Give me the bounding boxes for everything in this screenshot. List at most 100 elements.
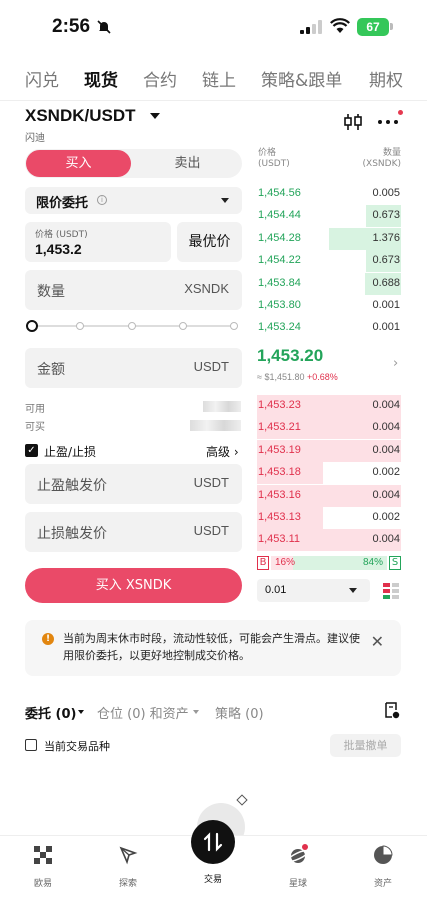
- order-price: 1,453.21: [258, 421, 301, 434]
- chevron-right-icon[interactable]: ›: [393, 356, 398, 371]
- current-pair-checkbox[interactable]: [25, 739, 37, 751]
- fiat-value: ≈ $1,451.80: [257, 372, 305, 382]
- slider-stop-50[interactable]: [128, 322, 136, 330]
- last-price[interactable]: 1,453.20: [257, 346, 323, 366]
- order-qty: 0.004: [372, 533, 400, 546]
- order-qty: 0.004: [372, 488, 400, 501]
- stop-loss-unit: USDT: [193, 523, 229, 538]
- pair-selector[interactable]: XSNDK/USDT: [25, 106, 136, 126]
- close-icon[interactable]: ✕: [371, 632, 384, 651]
- pair-subtitle: 闪迪: [25, 133, 45, 144]
- order-type-select[interactable]: 限价委托 i: [25, 187, 242, 214]
- best-price-button[interactable]: 最优价: [177, 222, 242, 262]
- chevron-down-icon: [193, 710, 199, 714]
- stop-loss-input[interactable]: 止损触发价 USDT: [25, 512, 242, 552]
- orderbook-layout-icon[interactable]: [382, 582, 400, 600]
- sell-tab[interactable]: 卖出: [135, 150, 240, 177]
- bid-row[interactable]: 1,454.28 1.376: [257, 227, 401, 250]
- buy-button[interactable]: 买入 XSNDK: [25, 568, 242, 603]
- ask-row[interactable]: 1,453.16 0.004: [257, 484, 401, 507]
- ask-row[interactable]: 1,453.11 0.004: [257, 529, 401, 552]
- qty-header-line2: (XSNDK): [362, 159, 401, 169]
- tab-positions-assets[interactable]: 仓位 (0) 和资产: [97, 703, 189, 722]
- trade-fab-button[interactable]: [191, 820, 235, 864]
- slider-handle[interactable]: [26, 320, 38, 332]
- price-value[interactable]: 1,453.2: [35, 241, 82, 257]
- bid-row[interactable]: 1,454.44 0.673: [257, 205, 401, 228]
- warning-icon: !: [42, 633, 54, 645]
- order-price: 1,454.22: [258, 254, 301, 267]
- nav-label: 星球: [288, 879, 307, 889]
- nav-discover[interactable]: 探索: [98, 844, 158, 889]
- more-icon[interactable]: [376, 114, 400, 130]
- ask-row[interactable]: 1,453.21 0.004: [257, 417, 401, 440]
- ask-row[interactable]: 1,453.19 0.004: [257, 439, 401, 462]
- bid-row[interactable]: 1,453.80 0.001: [257, 295, 401, 317]
- take-profit-placeholder: 止盈触发价: [37, 478, 107, 494]
- precision-select[interactable]: 0.01: [257, 579, 370, 602]
- order-history-icon[interactable]: [384, 702, 400, 719]
- tab-futures[interactable]: 合约: [143, 66, 177, 91]
- ask-row[interactable]: 1,453.23 0.004: [257, 395, 401, 417]
- last-price-fiat: ≈ $1,451.80 +0.68%: [257, 372, 338, 382]
- ask-row[interactable]: 1,453.13 0.002: [257, 507, 401, 529]
- slider-stop-100[interactable]: [230, 322, 238, 330]
- nav-label: 交易: [203, 875, 222, 885]
- weekend-notice: ! 当前为周末休市时段，流动性较低，可能会产生滑点。建议使用限价委托，以更好地控…: [25, 620, 401, 676]
- ask-row[interactable]: 1,453.18 0.002: [257, 462, 401, 485]
- nav-assets[interactable]: 资产: [353, 844, 413, 889]
- tab-strategy[interactable]: 策略 (0): [215, 703, 264, 722]
- bid-row[interactable]: 1,453.24 0.001: [257, 317, 401, 339]
- divider: [0, 100, 427, 101]
- order-type-label: 限价委托: [36, 196, 89, 211]
- order-price: 1,453.84: [258, 276, 301, 289]
- quantity-input[interactable]: 数量 XSNDK: [25, 270, 242, 310]
- bid-row[interactable]: 1,454.22 0.673: [257, 250, 401, 273]
- price-input[interactable]: 价格 (USDT) 1,453.2: [25, 222, 171, 262]
- precision-value: 0.01: [265, 584, 287, 596]
- available-value-masked: [203, 401, 241, 412]
- take-profit-unit: USDT: [193, 475, 229, 490]
- advanced-link[interactable]: 高级 ›: [206, 443, 239, 460]
- amount-unit: USDT: [193, 359, 229, 374]
- tab-orders[interactable]: 委托 (0): [25, 703, 76, 722]
- bid-row[interactable]: 1,453.84 0.688: [257, 272, 401, 295]
- chevron-down-icon: [349, 588, 357, 593]
- order-price: 1,454.56: [258, 187, 301, 199]
- can-buy-label: 可买: [25, 422, 45, 433]
- order-price: 1,453.18: [258, 466, 301, 479]
- nav-planet[interactable]: 星球: [268, 844, 328, 889]
- tab-strategy-copy[interactable]: 策略&跟单: [261, 66, 342, 91]
- slider-stop-25[interactable]: [76, 322, 84, 330]
- current-pair-label: 当前交易品种: [44, 740, 110, 753]
- nav-okx[interactable]: 欧易: [13, 844, 73, 889]
- amount-input[interactable]: 金额 USDT: [25, 348, 242, 388]
- buy-sell-ratio: B 16% 84% S: [257, 556, 401, 571]
- bid-row[interactable]: 1,454.56 0.005: [257, 183, 401, 205]
- order-price: 1,453.80: [258, 299, 301, 311]
- tab-spot[interactable]: 现货: [84, 66, 118, 91]
- tab-onchain[interactable]: 链上: [202, 66, 236, 91]
- buy-tab[interactable]: 买入: [26, 150, 131, 177]
- tab-convert[interactable]: 闪兑: [25, 66, 59, 91]
- order-price: 1,453.11: [258, 533, 301, 546]
- nav-label: 欧易: [33, 879, 52, 889]
- batch-cancel-button[interactable]: 批量撤单: [330, 734, 401, 757]
- notice-text: 当前为周末休市时段，流动性较低，可能会产生滑点。建议使用限价委托，以更好地控制成…: [63, 632, 360, 662]
- buy-badge: B: [257, 556, 269, 570]
- chevron-down-icon[interactable]: [150, 113, 160, 119]
- order-qty: 0.005: [372, 187, 400, 199]
- take-profit-input[interactable]: 止盈触发价 USDT: [25, 464, 242, 504]
- chevron-down-icon: [221, 198, 229, 203]
- buy-sell-toggle: 买入 卖出: [25, 149, 242, 178]
- available-label: 可用: [25, 404, 45, 415]
- buy-percent: 16%: [275, 557, 296, 568]
- slider-stop-75[interactable]: [179, 322, 187, 330]
- tab-options[interactable]: 期权: [369, 66, 403, 91]
- swap-vertical-icon: [203, 832, 223, 852]
- candlestick-chart-icon[interactable]: [343, 113, 363, 131]
- info-icon[interactable]: i: [97, 195, 107, 205]
- order-qty: 0.673: [372, 209, 400, 222]
- price-label: 价格 (USDT): [35, 230, 88, 240]
- tpsl-checkbox[interactable]: ✓: [25, 444, 38, 457]
